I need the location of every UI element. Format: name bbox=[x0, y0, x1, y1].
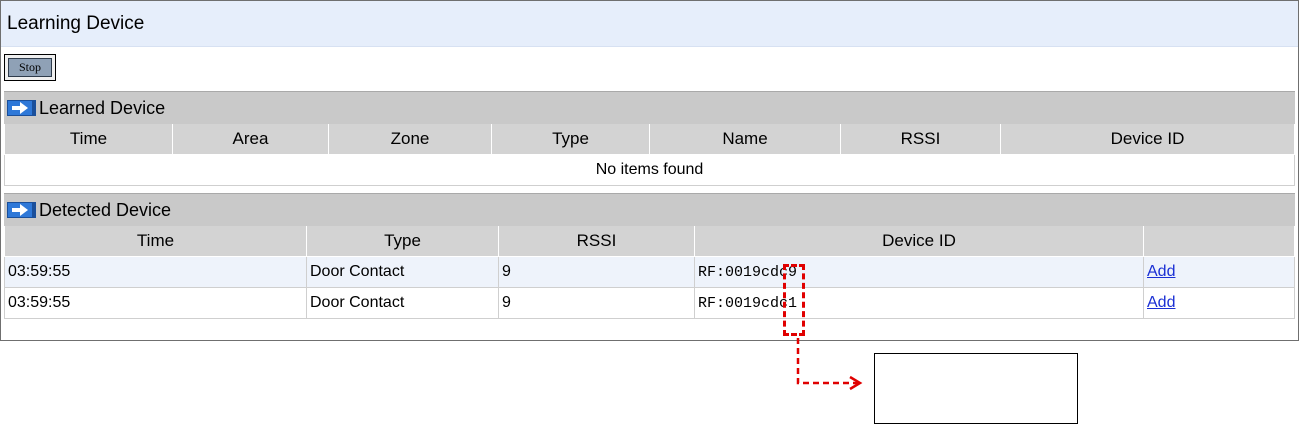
empty-row: No items found bbox=[4, 154, 1295, 186]
arrow-right-icon bbox=[7, 100, 36, 116]
callout-box bbox=[874, 353, 1078, 424]
cell-type: Door Contact bbox=[306, 256, 499, 288]
learning-device-panel: Learning Device Stop Learned Device Time bbox=[0, 0, 1299, 341]
cell-time: 03:59:55 bbox=[4, 256, 307, 288]
detected-device-table: Time Type RSSI Device ID 03:59:55 Door C… bbox=[4, 226, 1295, 319]
toolbar: Stop bbox=[1, 47, 1298, 91]
add-device-link[interactable]: Add bbox=[1147, 294, 1175, 311]
learned-device-section: Learned Device Time Area Zone Type Name … bbox=[4, 91, 1295, 186]
learned-device-header: Learned Device bbox=[4, 91, 1295, 124]
column-header-zone[interactable]: Zone bbox=[328, 124, 492, 155]
detected-device-section: Detected Device Time Type RSSI Device ID… bbox=[4, 193, 1295, 319]
column-header-rssi[interactable]: RSSI bbox=[498, 226, 695, 257]
column-header-device-id[interactable]: Device ID bbox=[694, 226, 1144, 257]
column-header-area[interactable]: Area bbox=[172, 124, 329, 155]
cell-action: Add bbox=[1143, 287, 1295, 319]
cell-rssi: 9 bbox=[498, 287, 695, 319]
column-header-rssi[interactable]: RSSI bbox=[840, 124, 1001, 155]
stop-button-label: Stop bbox=[8, 58, 52, 77]
learned-device-title: Learned Device bbox=[39, 97, 166, 118]
column-header-time[interactable]: Time bbox=[4, 226, 307, 257]
cell-device-id: RF:0019cdc9 bbox=[694, 256, 1144, 288]
column-header-type[interactable]: Type bbox=[306, 226, 499, 257]
stop-button[interactable]: Stop bbox=[4, 54, 56, 81]
column-header-action bbox=[1143, 226, 1295, 257]
learned-device-table: Time Area Zone Type Name RSSI Device ID … bbox=[4, 124, 1295, 186]
arrow-right-icon bbox=[7, 202, 36, 218]
detected-header-row: Time Type RSSI Device ID bbox=[4, 226, 1295, 257]
page-title: Learning Device bbox=[1, 1, 1298, 47]
cell-time: 03:59:55 bbox=[4, 287, 307, 319]
detected-device-title: Detected Device bbox=[39, 199, 172, 220]
detected-device-header: Detected Device bbox=[4, 193, 1295, 226]
empty-message: No items found bbox=[4, 154, 1295, 186]
table-row: 03:59:55 Door Contact 9 RF:0019cdc1 Add bbox=[4, 287, 1295, 319]
cell-device-id: RF:0019cdc1 bbox=[694, 287, 1144, 319]
column-header-name[interactable]: Name bbox=[649, 124, 841, 155]
cell-type: Door Contact bbox=[306, 287, 499, 319]
column-header-time[interactable]: Time bbox=[4, 124, 173, 155]
column-header-type[interactable]: Type bbox=[491, 124, 650, 155]
column-header-device-id[interactable]: Device ID bbox=[1000, 124, 1295, 155]
cell-rssi: 9 bbox=[498, 256, 695, 288]
add-device-link[interactable]: Add bbox=[1147, 263, 1175, 280]
learned-header-row: Time Area Zone Type Name RSSI Device ID bbox=[4, 124, 1295, 155]
table-row: 03:59:55 Door Contact 9 RF:0019cdc9 Add bbox=[4, 256, 1295, 288]
cell-action: Add bbox=[1143, 256, 1295, 288]
